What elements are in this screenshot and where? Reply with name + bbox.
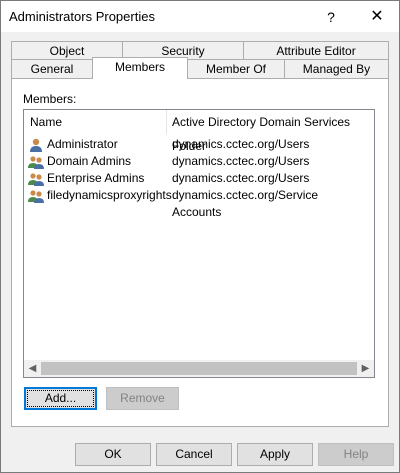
members-list[interactable]: Name Active Directory Domain Services Fo… bbox=[23, 109, 375, 378]
member-name: Enterprise Admins bbox=[47, 171, 145, 185]
members-label: Members: bbox=[23, 92, 77, 106]
list-item[interactable]: Administrator dynamics.cctec.org/Users bbox=[24, 136, 354, 153]
close-button[interactable]: ✕ bbox=[357, 4, 397, 30]
cancel-button[interactable]: Cancel bbox=[156, 443, 232, 466]
list-item[interactable]: Domain Admins dynamics.cctec.org/Users bbox=[24, 153, 354, 170]
group-icon bbox=[28, 188, 44, 204]
members-panel: Members: Name Active Directory Domain Se… bbox=[11, 78, 389, 427]
scrollbar-thumb[interactable] bbox=[41, 362, 357, 375]
help-button[interactable]: Help bbox=[318, 443, 394, 466]
remove-button[interactable]: Remove bbox=[106, 387, 179, 410]
column-header-folder[interactable]: Active Directory Domain Services Folder bbox=[172, 110, 374, 153]
apply-button[interactable]: Apply bbox=[237, 443, 313, 466]
column-header-name[interactable]: Name bbox=[30, 110, 62, 134]
member-name: filedynamicsproxyrights bbox=[47, 188, 172, 202]
group-icon bbox=[28, 154, 44, 170]
member-name: Domain Admins bbox=[47, 154, 132, 168]
add-button[interactable]: Add... bbox=[24, 387, 97, 410]
window-title: Administrators Properties bbox=[9, 9, 155, 24]
user-icon bbox=[28, 137, 44, 153]
tab-members[interactable]: Members bbox=[92, 57, 188, 79]
tab-managed-by[interactable]: Managed By bbox=[284, 59, 389, 78]
scroll-right-icon[interactable]: ▶ bbox=[357, 360, 374, 377]
member-name: Administrator bbox=[47, 137, 118, 151]
tab-general[interactable]: General bbox=[11, 59, 93, 78]
member-folder: dynamics.cctec.org/Service Accounts bbox=[172, 188, 319, 219]
list-item[interactable]: filedynamicsproxyrights dynamics.cctec.o… bbox=[24, 187, 354, 219]
tab-member-of[interactable]: Member Of bbox=[187, 59, 285, 78]
horizontal-scrollbar[interactable]: ◀ ▶ bbox=[24, 360, 374, 377]
title-bar: Administrators Properties ? ✕ bbox=[1, 1, 399, 32]
properties-dialog: Administrators Properties ? ✕ Object Sec… bbox=[0, 0, 400, 473]
focus-rectangle bbox=[27, 390, 94, 407]
help-title-button[interactable]: ? bbox=[311, 4, 351, 30]
member-folder: dynamics.cctec.org/Users bbox=[172, 154, 310, 168]
member-folder: dynamics.cctec.org/Users bbox=[172, 137, 310, 151]
list-item[interactable]: Enterprise Admins dynamics.cctec.org/Use… bbox=[24, 170, 354, 187]
group-icon bbox=[28, 171, 44, 187]
ok-button[interactable]: OK bbox=[75, 443, 151, 466]
column-separator[interactable] bbox=[166, 110, 167, 134]
tab-attribute-editor[interactable]: Attribute Editor bbox=[243, 41, 389, 60]
member-folder: dynamics.cctec.org/Users bbox=[172, 171, 310, 185]
scroll-left-icon[interactable]: ◀ bbox=[24, 360, 41, 377]
